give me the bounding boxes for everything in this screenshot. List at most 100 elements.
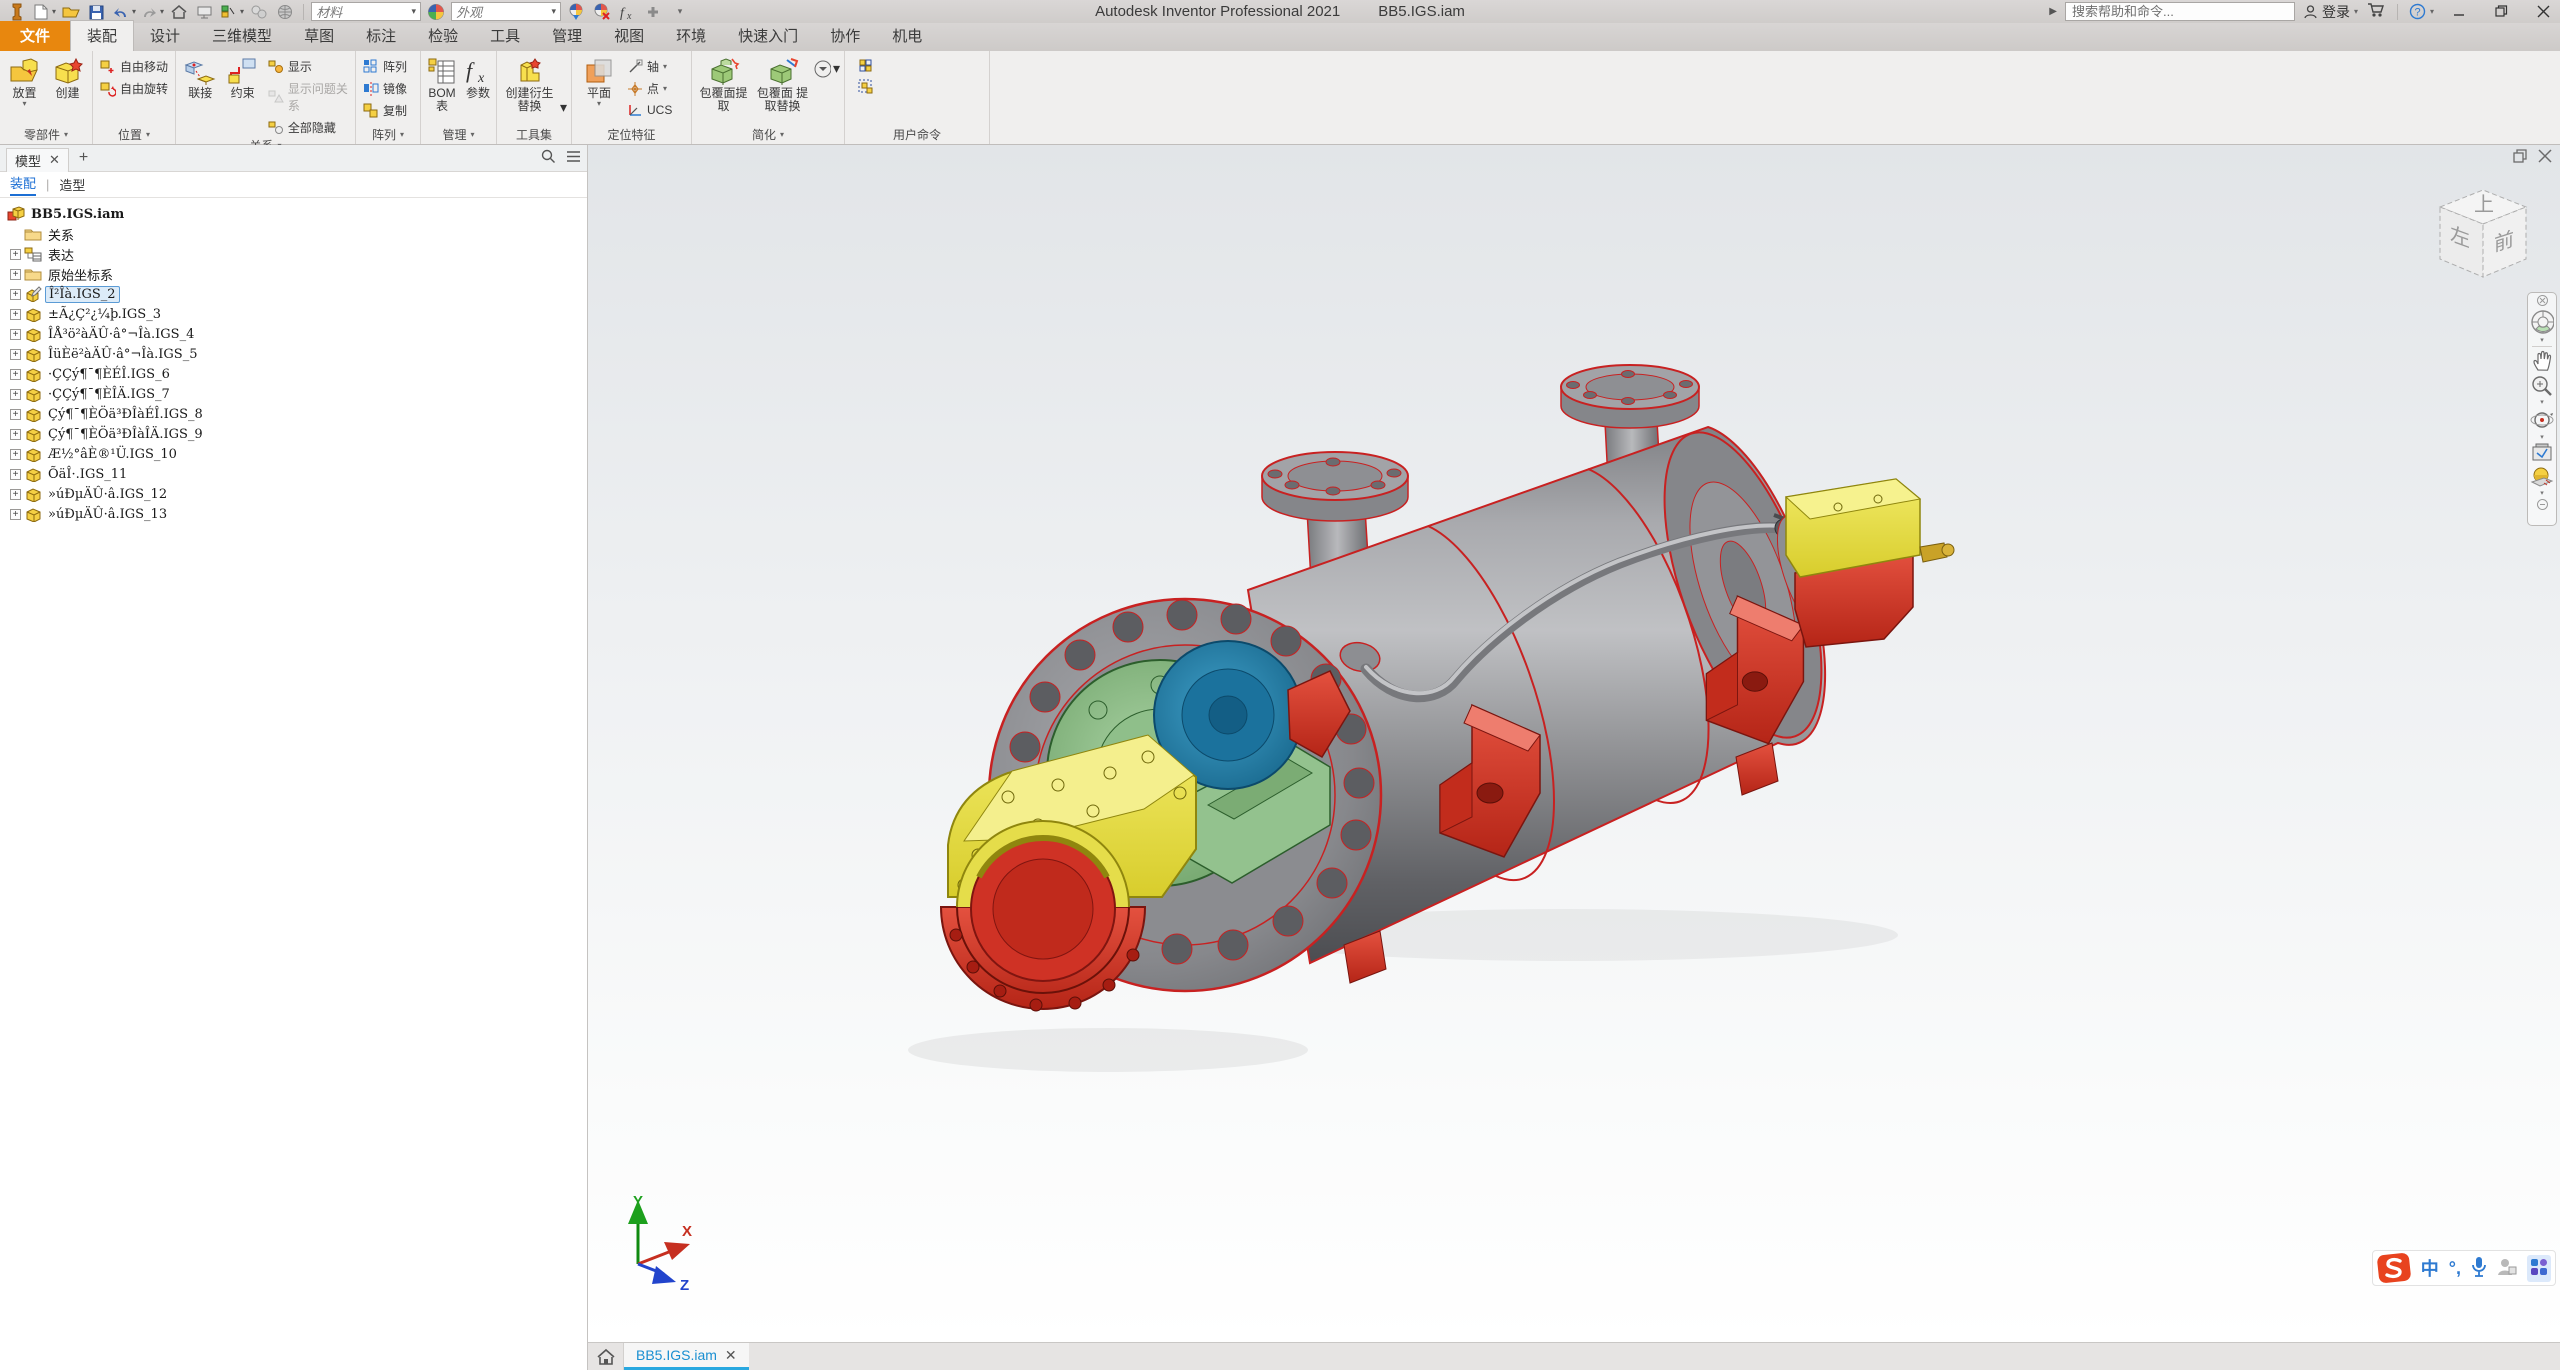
doc-close-icon[interactable] — [2538, 149, 2552, 164]
home-tab-button[interactable] — [588, 1343, 624, 1370]
ribbon-tab[interactable]: 装配 — [70, 20, 134, 51]
ribbon-tab[interactable]: 管理 — [536, 21, 598, 51]
help-search-input[interactable] — [2065, 2, 2295, 21]
group-label-position[interactable]: 位置▾ — [93, 124, 175, 144]
ribbon-tab[interactable]: 设计 — [134, 21, 196, 51]
expand-toggle[interactable]: + — [10, 509, 21, 520]
doc-restore-icon[interactable] — [2513, 149, 2528, 164]
orbit-icon[interactable] — [2530, 408, 2554, 432]
simplify-overflow-button[interactable]: ▾ — [814, 54, 840, 124]
expand-toggle[interactable]: + — [10, 489, 21, 500]
ime-mic-icon[interactable] — [2471, 1256, 2487, 1281]
group-label-work-features[interactable]: 定位特征 — [572, 124, 691, 144]
tree-item[interactable]: + ÎÅ³ö²àÄÛ·â°¬Îà.IGS_4 — [4, 324, 583, 344]
axis-button[interactable]: 轴▾ — [624, 57, 675, 76]
save-button[interactable] — [86, 2, 108, 22]
view-modeling[interactable]: 造型 — [59, 175, 85, 194]
ribbon-tab[interactable]: 工具 — [474, 21, 536, 51]
group-label-manage[interactable]: 管理▾ — [421, 124, 496, 144]
expand-toggle[interactable]: + — [10, 269, 21, 280]
tree-item[interactable]: + ÕäÎ·.IGS_11 — [4, 464, 583, 484]
new-file-button[interactable]: ▾ — [32, 2, 56, 22]
expand-toggle[interactable]: + — [10, 449, 21, 460]
ribbon-tab[interactable]: 快速入门 — [722, 21, 814, 51]
ime-user-icon[interactable] — [2497, 1257, 2517, 1280]
visual-style-icon[interactable] — [2530, 466, 2554, 488]
expand-toggle[interactable]: + — [10, 249, 21, 260]
ribbon-tab[interactable]: 标注 — [350, 21, 412, 51]
browser-search-icon[interactable] — [541, 149, 556, 167]
graphics-viewport[interactable]: 上 左 前 ▾ ▾ ▾ ▾ — [588, 145, 2560, 1342]
add-browser-tab-button[interactable]: + — [79, 149, 88, 167]
navbar-collapse-icon[interactable] — [2530, 499, 2554, 510]
ime-toolbox-icon[interactable] — [2527, 1255, 2551, 1282]
close-icon[interactable]: ✕ — [49, 152, 60, 168]
show-sick-button[interactable]: 显示问题关系 — [265, 79, 351, 115]
group-label-pattern[interactable]: 阵列▾ — [356, 124, 420, 144]
sign-in-button[interactable]: 登录 ▾ — [2303, 2, 2358, 22]
hide-all-button[interactable]: 全部隐藏 — [265, 118, 351, 137]
tree-item[interactable]: + Çý¶¯¶ÈÖä³ÐÎàÉÎ.IGS_8 — [4, 404, 583, 424]
browser-tab-model[interactable]: 模型 ✕ — [6, 148, 69, 172]
user-command-2-button[interactable] — [855, 78, 877, 96]
sogou-logo-icon[interactable] — [2377, 1253, 2411, 1283]
ribbon-tab[interactable]: 检验 — [412, 21, 474, 51]
copy-button[interactable]: 复制 — [360, 101, 410, 120]
expand-toggle[interactable]: + — [10, 329, 21, 340]
view-cube[interactable]: 上 左 前 — [2422, 167, 2542, 297]
ilogic-button[interactable]: ▾ — [220, 2, 244, 22]
tree-item[interactable]: + »úÐµÄÛ·â.IGS_12 — [4, 484, 583, 504]
add-qat-button[interactable] — [643, 2, 665, 22]
expand-toggle[interactable]: + — [10, 409, 21, 420]
ribbon-tab[interactable]: 环境 — [660, 21, 722, 51]
ribbon-tab[interactable]: 三维模型 — [196, 21, 288, 51]
expand-toggle[interactable]: + — [10, 469, 21, 480]
pattern-button[interactable]: 阵列 — [360, 57, 410, 76]
look-at-icon[interactable] — [2530, 443, 2554, 463]
tree-item[interactable]: + Æ½°âÈ®¹Ü.IGS_10 — [4, 444, 583, 464]
undo-button[interactable]: ▾ — [112, 2, 136, 22]
browser-menu-icon[interactable] — [566, 150, 581, 166]
document-tab-active[interactable]: BB5.IGS.iam ✕ — [624, 1343, 749, 1370]
joint-button[interactable]: 联接 — [180, 54, 220, 137]
ucs-button[interactable]: UCS — [624, 101, 675, 119]
free-rotate-button[interactable]: 自由旋转 — [97, 79, 171, 98]
bom-button[interactable]: BOM 表 — [425, 54, 459, 124]
expand-toggle[interactable]: + — [10, 369, 21, 380]
ribbon-tab[interactable]: 机电 — [876, 21, 938, 51]
tree-item[interactable]: + 表达 — [4, 244, 583, 264]
tree-item[interactable]: + Çý¶¯¶ÈÖä³ÐÎàÎÄ.IGS_9 — [4, 424, 583, 444]
zoom-icon[interactable] — [2530, 375, 2554, 397]
tree-item[interactable]: + ±Ã¿Ç²¿¼þ.IGS_3 — [4, 304, 583, 324]
material-combo[interactable]: 材料▾ — [311, 2, 421, 21]
plane-button[interactable]: 平面 ▾ — [576, 54, 622, 124]
restore-button[interactable] — [2484, 0, 2518, 23]
close-icon[interactable]: ✕ — [725, 1347, 737, 1364]
appearance-combo[interactable]: 外观▾ — [451, 2, 561, 21]
tree-item[interactable]: + ·ÇÇý¶¯¶ÈÉÎ.IGS_6 — [4, 364, 583, 384]
clear-appearance-button[interactable] — [591, 2, 613, 22]
ribbon-tab[interactable]: 草图 — [288, 21, 350, 51]
home-button[interactable] — [168, 2, 190, 22]
show-relationships-button[interactable]: 显示 — [265, 57, 351, 76]
ime-punctuation-toggle[interactable]: °, — [2449, 1258, 2461, 1279]
web-globe-button[interactable] — [274, 2, 296, 22]
expand-toggle[interactable]: + — [10, 349, 21, 360]
constrain-button[interactable]: 约束 — [222, 54, 262, 137]
pump-3d-model[interactable] — [588, 145, 2560, 1342]
orbit-menu-arrow[interactable]: ▾ — [2540, 435, 2544, 440]
ime-mode-toggle[interactable]: 中 — [2421, 1255, 2439, 1281]
tree-item[interactable]: + Î²Îà.IGS_2 — [4, 284, 583, 304]
tree-item[interactable]: + BB5.IGS.iam — [4, 204, 583, 224]
place-button[interactable]: 放置 ▾ — [4, 54, 45, 124]
point-button[interactable]: 点▾ — [624, 79, 675, 98]
navigation-wheel-icon[interactable] — [2530, 309, 2554, 335]
group-label-simplify[interactable]: 简化▾ — [692, 124, 844, 144]
tree-item[interactable]: + »úÐµÄÛ·â.IGS_13 — [4, 504, 583, 524]
navbar-close-icon[interactable] — [2530, 295, 2554, 306]
parameters-button[interactable]: fx 参数 — [461, 54, 495, 124]
pan-icon[interactable] — [2530, 350, 2554, 372]
tree-item[interactable]: + 原始坐标系 — [4, 264, 583, 284]
constraint-audit-button[interactable] — [248, 2, 270, 22]
minimize-button[interactable] — [2442, 0, 2476, 23]
